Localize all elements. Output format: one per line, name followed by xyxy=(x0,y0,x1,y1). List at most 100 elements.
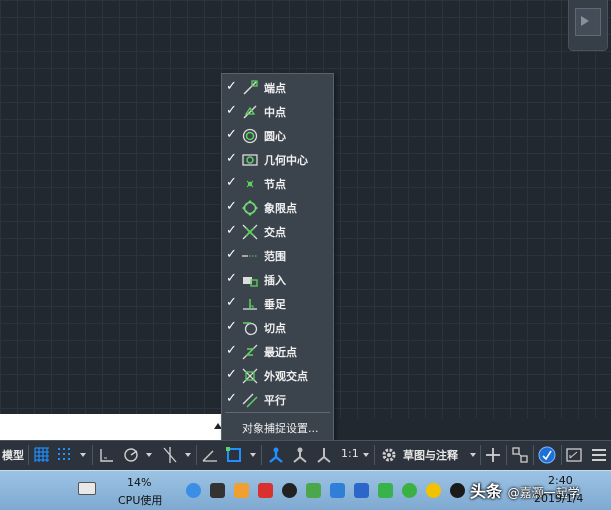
menu-item-endpoint[interactable]: ✓ 端点 xyxy=(222,76,333,100)
isolate-objects-icon[interactable] xyxy=(510,445,530,465)
workspace-switch[interactable]: 草图与注释 xyxy=(403,447,458,463)
midpoint-icon xyxy=(243,105,257,119)
node-icon xyxy=(246,180,254,188)
chevron-down-icon[interactable] xyxy=(250,453,256,457)
check-icon: ✓ xyxy=(226,175,237,190)
menu-item-perpendicular[interactable]: ✓ 垂足 xyxy=(222,292,333,316)
menu-item-label: 最近点 xyxy=(264,346,297,359)
annotation-scale-value[interactable]: 1:1 xyxy=(341,447,359,460)
menu-item-midpoint[interactable]: ✓ 中点 xyxy=(222,100,333,124)
menu-item-insertion[interactable]: ✓ 插入 xyxy=(222,268,333,292)
check-icon: ✓ xyxy=(226,247,237,262)
divider xyxy=(561,445,562,465)
check-icon: ✓ xyxy=(226,271,237,286)
menu-item-extension[interactable]: ✓ 范围 xyxy=(222,244,333,268)
quadrant-icon xyxy=(242,200,258,216)
network-tray-icon[interactable] xyxy=(354,483,369,498)
drive-tray-icon[interactable] xyxy=(330,483,345,498)
snap-mode-icon[interactable] xyxy=(55,445,75,465)
divider xyxy=(506,445,507,465)
gamepad-tray-icon[interactable] xyxy=(210,483,225,498)
object-snap-settings-item[interactable]: 对象捕捉设置... xyxy=(222,416,333,438)
check-icon: ✓ xyxy=(226,127,237,142)
center-icon xyxy=(242,128,258,144)
endpoint-icon xyxy=(243,80,258,95)
object-snap-tracking-icon[interactable] xyxy=(200,445,220,465)
check-icon: ✓ xyxy=(226,343,237,358)
tangent-icon xyxy=(243,322,258,336)
menu-item-label: 圆心 xyxy=(264,130,286,143)
status-bar: 模型 1:1 草图与注释 xyxy=(0,440,611,470)
check-icon: ✓ xyxy=(226,391,237,406)
isodraft-icon[interactable] xyxy=(160,445,180,465)
divider xyxy=(374,445,375,465)
auto-scale-icon[interactable] xyxy=(290,445,310,465)
chevron-down-icon[interactable] xyxy=(146,453,152,457)
hardware-acceleration-icon[interactable] xyxy=(537,445,557,465)
windows-taskbar: 14% CPU使用 头条 @嘉灏一起学 2:40 2019/1/4 xyxy=(0,470,611,510)
shield-tray-icon[interactable] xyxy=(378,483,393,498)
object-snap-icon[interactable] xyxy=(224,445,244,465)
menu-item-label: 几何中心 xyxy=(264,154,308,167)
annotation-scale-icon[interactable] xyxy=(314,445,334,465)
divider xyxy=(533,445,534,465)
clock-date[interactable]: 2019/1/4 xyxy=(534,492,583,505)
user-tray-icon[interactable] xyxy=(306,483,321,498)
qq-tray-icon[interactable] xyxy=(450,483,465,498)
menu-item-intersection[interactable]: ✓ 交点 xyxy=(222,220,333,244)
menu-item-tangent[interactable]: ✓ 切点 xyxy=(222,316,333,340)
plus-tray-icon[interactable] xyxy=(426,483,441,498)
model-tab[interactable]: 模型 xyxy=(2,447,24,463)
parallel-icon xyxy=(242,393,258,408)
watermark-brand: 头条 xyxy=(470,482,503,501)
play-icon xyxy=(581,16,589,26)
check-icon: ✓ xyxy=(226,103,237,118)
menu-item-label: 象限点 xyxy=(264,202,297,215)
annotation-visibility-icon[interactable] xyxy=(266,445,286,465)
menu-item-label: 端点 xyxy=(264,82,286,95)
chevron-down-icon[interactable] xyxy=(470,453,476,457)
navigation-bar[interactable] xyxy=(568,0,608,51)
menu-item-quadrant[interactable]: ✓ 象限点 xyxy=(222,196,333,220)
menu-item-nearest[interactable]: ✓ 最近点 xyxy=(222,340,333,364)
app-tray-icon[interactable] xyxy=(234,483,249,498)
menu-item-label: 插入 xyxy=(264,274,286,287)
browser-tray-icon[interactable] xyxy=(186,483,201,498)
menu-item-label: 外观交点 xyxy=(264,370,308,383)
divider xyxy=(28,445,29,465)
security-tray-icon[interactable] xyxy=(258,483,273,498)
check-icon: ✓ xyxy=(226,151,237,166)
menu-item-center[interactable]: ✓ 圆心 xyxy=(222,124,333,148)
fullscreen-icon[interactable] xyxy=(564,445,584,465)
chevron-down-icon[interactable] xyxy=(80,453,86,457)
chevron-down-icon[interactable] xyxy=(363,453,369,457)
menu-item-label: 垂足 xyxy=(264,298,286,311)
customization-menu-icon[interactable] xyxy=(589,445,609,465)
menu-item-parallel[interactable]: ✓ 平行 xyxy=(222,388,333,412)
wechat-tray-icon[interactable] xyxy=(402,483,417,498)
extension-icon xyxy=(242,255,258,257)
command-line[interactable] xyxy=(0,414,222,440)
apparent-intersection-icon xyxy=(242,368,258,384)
check-icon: ✓ xyxy=(226,319,237,334)
check-icon: ✓ xyxy=(226,223,237,238)
object-snap-menu: ✓ 端点 ✓ 中点 ✓ 圆心 ✓ 几何中心 ✓ 节点 ✓ 象限点 ✓ 交点 ✓ … xyxy=(221,73,334,441)
clock-time[interactable]: 2:40 xyxy=(548,474,573,487)
grid-icon[interactable] xyxy=(32,445,52,465)
divider xyxy=(480,445,481,465)
menu-item-geometric-center[interactable]: ✓ 几何中心 xyxy=(222,148,333,172)
check-icon: ✓ xyxy=(226,367,237,382)
menu-item-apparent-intersection[interactable]: ✓ 外观交点 xyxy=(222,364,333,388)
gear-icon[interactable] xyxy=(379,445,399,465)
chevron-down-icon[interactable] xyxy=(185,453,191,457)
check-icon: ✓ xyxy=(226,79,237,94)
menu-item-label: 范围 xyxy=(264,250,286,263)
menu-item-node[interactable]: ✓ 节点 xyxy=(222,172,333,196)
plus-icon[interactable] xyxy=(483,445,503,465)
polar-tracking-icon[interactable] xyxy=(121,445,141,465)
menu-item-label: 节点 xyxy=(264,178,286,191)
media-tray-icon[interactable] xyxy=(282,483,297,498)
settings-label: 对象捕捉设置... xyxy=(242,422,319,435)
keyboard-icon[interactable] xyxy=(78,482,96,495)
infer-constraints-icon[interactable] xyxy=(97,445,117,465)
